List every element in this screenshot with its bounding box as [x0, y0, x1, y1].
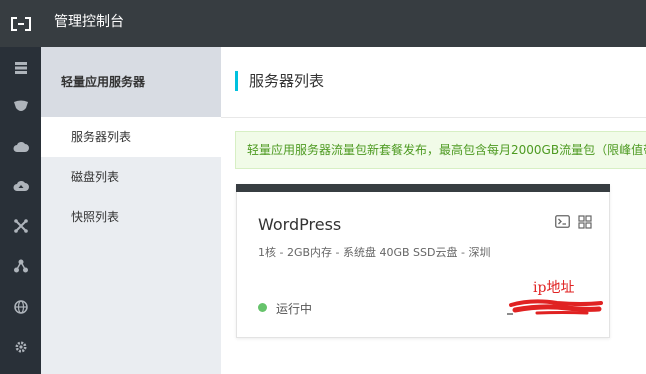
- divider: [221, 117, 646, 118]
- gear-icon[interactable]: [0, 336, 41, 358]
- promo-notice[interactable]: 轻量应用服务器流量包新套餐发布，最高包含每月2000GB流量包（限峰值带: [235, 131, 646, 169]
- sidebar: 轻量应用服务器 服务器列表 磁盘列表 快照列表: [41, 47, 221, 374]
- ip-annotation: ip地址: [533, 280, 575, 296]
- grid-icon[interactable]: [578, 215, 592, 229]
- server-spec: 1核 - 2GB内存 - 系统盘 40GB SSD云盘 - 深圳: [258, 246, 491, 259]
- servers-icon[interactable]: [0, 57, 41, 79]
- terminal-icon[interactable]: [555, 215, 570, 229]
- server-card[interactable]: WordPress 1核 - 2GB内存 - 系统盘 40GB SSD云盘 - …: [236, 184, 610, 338]
- server-status: 运行中: [276, 302, 313, 316]
- sidebar-header: 轻量应用服务器: [41, 47, 221, 117]
- globe-icon[interactable]: [0, 296, 41, 318]
- status-running-dot: [258, 303, 267, 312]
- top-bar: 管理控制台: [0, 0, 646, 47]
- cloud-up-icon[interactable]: [0, 175, 41, 197]
- page-title: 服务器列表: [249, 72, 325, 90]
- title-accent-bar: [235, 71, 238, 91]
- main-content: 服务器列表 轻量应用服务器流量包新套餐发布，最高包含每月2000GB流量包（限峰…: [221, 47, 646, 374]
- redaction-scribble: [507, 299, 603, 315]
- card-actions: [555, 215, 592, 229]
- server-name[interactable]: WordPress: [258, 215, 341, 234]
- sidebar-item-disk-list[interactable]: 磁盘列表: [41, 157, 221, 197]
- nodes-icon[interactable]: [0, 255, 41, 277]
- product-icon-bar: [0, 47, 41, 374]
- cloud-icon[interactable]: [0, 136, 41, 158]
- aliyun-logo-icon[interactable]: [0, 0, 41, 47]
- console-title[interactable]: 管理控制台: [54, 0, 124, 47]
- sidebar-item-server-list[interactable]: 服务器列表: [41, 117, 221, 157]
- sidebar-title: 轻量应用服务器: [61, 75, 146, 89]
- network-icon[interactable]: [0, 215, 41, 237]
- card-top-bar: [236, 184, 610, 192]
- shield-icon[interactable]: [0, 96, 41, 118]
- sidebar-item-snapshot-list[interactable]: 快照列表: [41, 197, 221, 237]
